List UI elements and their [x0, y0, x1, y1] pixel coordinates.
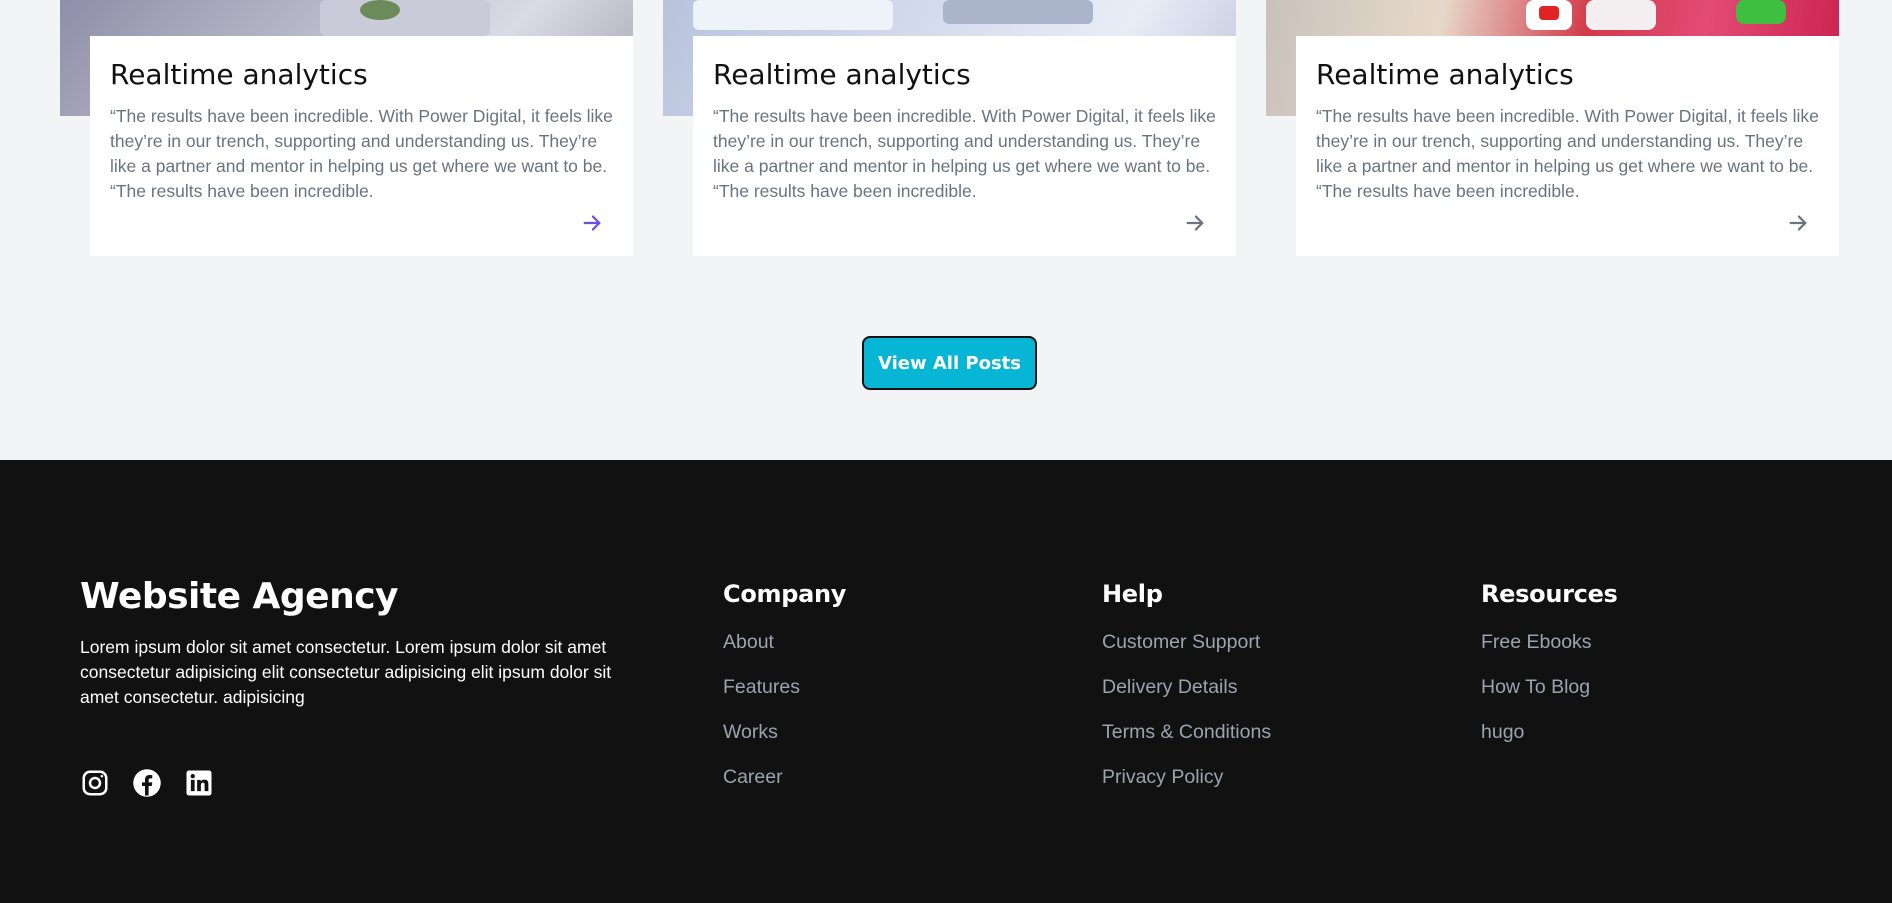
post-card[interactable]: Realtime analytics “The results have bee… — [1296, 36, 1839, 256]
image-detail — [320, 0, 490, 36]
footer-link-works[interactable]: Works — [723, 710, 846, 755]
brand-description: Lorem ipsum dolor sit amet consectetur. … — [80, 637, 612, 707]
column-heading: Help — [1102, 580, 1163, 608]
linkedin-icon[interactable] — [184, 768, 214, 798]
post-card-wrapper: Realtime analytics “The results have bee… — [1266, 0, 1839, 260]
footer-link-about[interactable]: About — [723, 620, 846, 665]
footer-link-career[interactable]: Career — [723, 755, 846, 800]
footer-link-customer-support[interactable]: Customer Support — [1102, 620, 1271, 665]
column-heading: Company — [723, 580, 847, 608]
arrow-right-icon[interactable] — [581, 212, 603, 234]
view-all-posts-button[interactable]: View All Posts — [862, 336, 1037, 390]
image-detail — [1736, 0, 1786, 24]
image-detail — [943, 0, 1093, 24]
footer-brand: Website Agency Lorem ipsum dolor sit ame… — [80, 576, 640, 710]
footer-column-company: Company About Features Works Career — [723, 580, 846, 800]
post-title[interactable]: Realtime analytics — [110, 58, 613, 92]
post-excerpt: “The results have been incredible. With … — [713, 105, 1216, 201]
facebook-icon[interactable] — [132, 768, 162, 798]
footer-link-how-to-blog[interactable]: How To Blog — [1481, 665, 1618, 710]
post-title[interactable]: Realtime analytics — [1316, 58, 1819, 92]
footer-link-features[interactable]: Features — [723, 665, 846, 710]
image-detail — [360, 0, 400, 20]
blog-posts-section: Realtime analytics “The results have bee… — [0, 0, 1892, 460]
image-detail — [1586, 0, 1656, 30]
footer-link-free-ebooks[interactable]: Free Ebooks — [1481, 620, 1618, 665]
post-card-wrapper: Realtime analytics “The results have bee… — [663, 0, 1236, 260]
post-card[interactable]: Realtime analytics “The results have bee… — [90, 36, 633, 256]
post-card-wrapper: Realtime analytics “The results have bee… — [60, 0, 633, 260]
image-detail — [1539, 6, 1559, 20]
image-detail — [693, 0, 893, 30]
site-footer: Website Agency Lorem ipsum dolor sit ame… — [0, 460, 1892, 903]
footer-column-resources: Resources Free Ebooks How To Blog hugo — [1481, 580, 1618, 755]
footer-link-delivery-details[interactable]: Delivery Details — [1102, 665, 1271, 710]
arrow-right-icon[interactable] — [1184, 212, 1206, 234]
footer-link-privacy[interactable]: Privacy Policy — [1102, 755, 1271, 800]
brand-title[interactable]: Website Agency — [80, 576, 640, 617]
social-links — [80, 768, 214, 798]
instagram-icon[interactable] — [80, 768, 110, 798]
footer-link-terms[interactable]: Terms & Conditions — [1102, 710, 1271, 755]
post-card[interactable]: Realtime analytics “The results have bee… — [693, 36, 1236, 256]
post-excerpt: “The results have been incredible. With … — [1316, 105, 1819, 201]
footer-column-help: Help Customer Support Delivery Details T… — [1102, 580, 1271, 800]
footer-link-hugo[interactable]: hugo — [1481, 710, 1618, 755]
post-excerpt: “The results have been incredible. With … — [110, 105, 613, 201]
column-heading: Resources — [1481, 580, 1618, 608]
post-title[interactable]: Realtime analytics — [713, 58, 1216, 92]
arrow-right-icon[interactable] — [1787, 212, 1809, 234]
